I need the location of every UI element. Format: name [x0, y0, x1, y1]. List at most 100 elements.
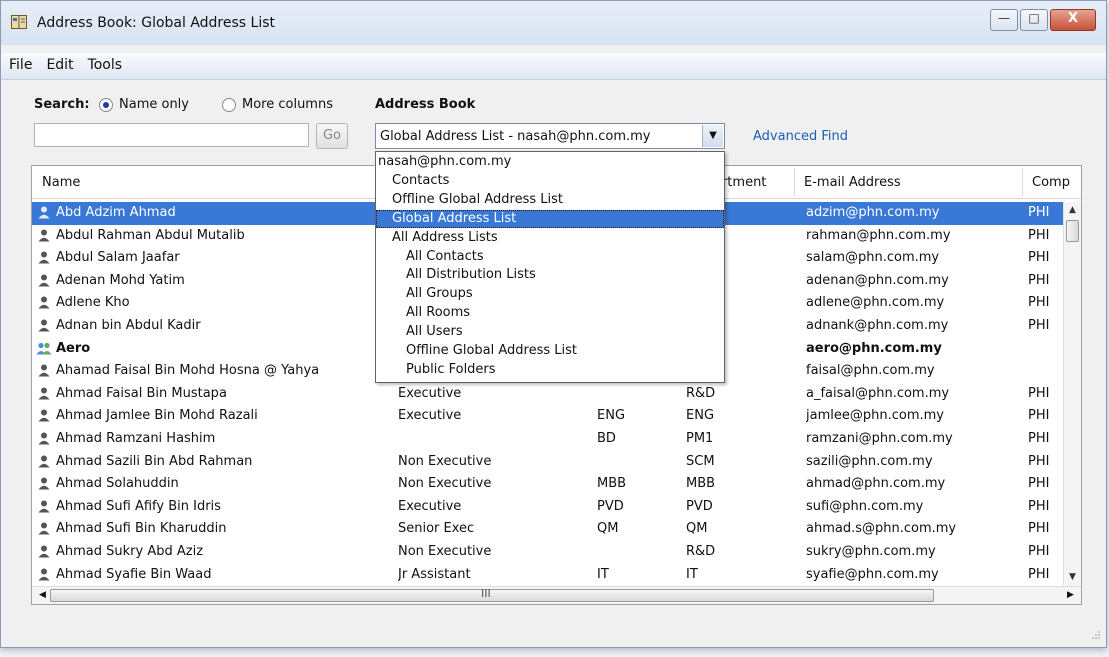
cell-email: adenan@phn.com.my	[806, 272, 949, 288]
cell-email: ahmad@phn.com.my	[806, 476, 946, 492]
cell-name: Ahmad Ramzani Hashim	[56, 430, 216, 446]
person-icon	[38, 296, 50, 309]
search-input[interactable]	[34, 123, 309, 147]
table-row[interactable]: Ahmad Solahuddin Non Executive MBB MBB ahmad…	[32, 473, 1064, 496]
cell-office: PVD	[597, 498, 624, 514]
menu-bar: File Edit Tools	[1, 53, 1106, 80]
person-icon	[38, 274, 50, 287]
cell-department: PM1	[686, 430, 714, 446]
close-button[interactable]: X	[1050, 9, 1096, 31]
cell-title: Non Executive	[398, 543, 492, 559]
table-row[interactable]: Ahmad Sukry Abd Aziz Non Executive R&D sukr…	[32, 541, 1064, 564]
cell-title: Senior Exec	[398, 521, 475, 537]
dropdown-item[interactable]: nasah@phn.com.my	[376, 153, 724, 171]
column-divider[interactable]	[1022, 168, 1023, 196]
maximize-button[interactable]: □	[1020, 9, 1048, 31]
cell-department: SCM	[686, 453, 715, 469]
cell-email: sukry@phn.com.my	[806, 543, 936, 559]
dropdown-item[interactable]: All Groups	[376, 285, 724, 303]
person-icon	[38, 568, 50, 580]
cell-department: R&D	[686, 385, 716, 401]
person-icon	[38, 477, 50, 490]
column-company[interactable]: Comp	[1032, 175, 1070, 190]
cell-name: Ahamad Faisal Bin Mohd Hosna @ Yahya	[56, 363, 320, 379]
person-icon	[38, 364, 50, 377]
cell-office: ENG	[597, 408, 626, 424]
cell-office: QM	[597, 521, 619, 537]
cell-email: faisal@phn.com.my	[806, 363, 935, 379]
cell-company: PHI	[1028, 543, 1050, 559]
menu-file[interactable]: File	[1, 53, 38, 73]
radio-name-only[interactable]: Name only	[99, 97, 189, 112]
advanced-find-link[interactable]: Advanced Find	[753, 129, 848, 144]
cell-name: Adenan Mohd Yatim	[56, 272, 185, 288]
table-row[interactable]: Ahmad Sazili Bin Abd Rahman Non Executive…	[32, 451, 1064, 474]
dropdown-item[interactable]: All Users	[376, 323, 724, 341]
cell-department: MBB	[686, 476, 716, 492]
column-divider[interactable]	[794, 168, 795, 196]
scroll-right-icon[interactable]: ▶	[1062, 587, 1079, 604]
cell-name: Aero	[56, 340, 91, 356]
horizontal-scroll-thumb[interactable]: III	[50, 587, 934, 602]
cell-company: PHI	[1028, 295, 1050, 311]
dropdown-item[interactable]: All Distribution Lists	[376, 266, 724, 284]
radio-more-columns[interactable]: More columns	[222, 97, 333, 112]
scroll-left-icon[interactable]: ◀	[34, 587, 51, 604]
table-row[interactable]: Ahmad Sufi Afify Bin Idris Executive PVD PV…	[32, 496, 1064, 519]
person-icon	[38, 455, 50, 468]
cell-email: sufi@phn.com.my	[806, 498, 924, 514]
chevron-down-icon[interactable]: ▼	[702, 125, 723, 147]
cell-name: Ahmad Sukry Abd Aziz	[56, 543, 204, 559]
cell-email: ahmad.s@phn.com.my	[806, 521, 957, 537]
address-book-dropdown-list: nasah@phn.com.my Contacts Offline Global A…	[375, 151, 725, 383]
cell-name: Adnan bin Abdul Kadir	[56, 317, 201, 333]
horizontal-scrollbar[interactable]: ◀ III ▶	[32, 586, 1081, 604]
dropdown-item[interactable]: Offline Global Address List	[376, 191, 724, 209]
table-row[interactable]: Ahmad Jamlee Bin Mohd Razali Executive ENG…	[32, 405, 1064, 428]
address-book-label: Address Book	[375, 97, 476, 112]
distribution-list-icon	[36, 342, 52, 355]
table-row[interactable]: Ahmad Ramzani Hashim BD PM1 ramzani@phn.com…	[32, 428, 1064, 451]
minimize-button[interactable]: —	[990, 9, 1018, 31]
cell-email: syafie@phn.com.my	[806, 566, 939, 582]
scroll-up-icon[interactable]: ▲	[1064, 202, 1081, 219]
person-icon	[38, 409, 50, 422]
dropdown-item[interactable]: Offline Global Address List	[376, 342, 724, 360]
vertical-scrollbar[interactable]: ▲ ▼	[1063, 202, 1081, 586]
column-email[interactable]: E-mail Address	[804, 175, 901, 190]
menu-tools[interactable]: Tools	[80, 53, 129, 73]
cell-company: PHI	[1028, 453, 1050, 469]
radio-checked-icon	[99, 97, 113, 112]
table-row[interactable]: Ahmad Syafie Bin Waad Jr Assistant IT IT sya…	[32, 564, 1064, 587]
dropdown-item[interactable]: Global Address List	[376, 209, 724, 228]
cell-email: adlene@phn.com.my	[806, 295, 945, 311]
scroll-thumb[interactable]	[1066, 220, 1079, 242]
person-icon	[38, 229, 50, 242]
resize-grip-icon[interactable]	[1090, 629, 1100, 639]
cell-company: PHI	[1028, 498, 1050, 514]
cell-email: salam@phn.com.my	[806, 250, 940, 266]
table-row[interactable]: Ahmad Sufi Bin Kharuddin Senior Exec QM QM a…	[32, 518, 1064, 541]
cell-office: IT	[597, 566, 609, 582]
dropdown-item[interactable]: All Contacts	[376, 248, 724, 266]
menu-edit[interactable]: Edit	[38, 53, 79, 73]
table-row[interactable]: Ahmad Faisal Bin Mustapa Executive R&D a_fa…	[32, 383, 1064, 406]
scroll-down-icon[interactable]: ▼	[1064, 569, 1081, 586]
radio-name-only-label: Name only	[119, 97, 189, 112]
address-book-icon	[11, 15, 27, 29]
cell-email: aero@phn.com.my	[806, 340, 942, 356]
column-name[interactable]: Name	[42, 175, 80, 190]
dropdown-item[interactable]: All Address Lists	[376, 229, 724, 247]
address-book-select[interactable]: Global Address List - nasah@phn.com.my ▼	[375, 123, 725, 149]
person-icon	[38, 206, 50, 219]
cell-company: PHI	[1028, 250, 1050, 266]
dropdown-item[interactable]: Contacts	[376, 172, 724, 190]
cell-title: Non Executive	[398, 476, 492, 492]
dropdown-item[interactable]: Public Folders	[376, 361, 724, 379]
go-button[interactable]: Go	[316, 123, 348, 149]
cell-company: PHI	[1028, 227, 1050, 243]
radio-unchecked-icon	[222, 97, 236, 112]
title-bar[interactable]: Address Book: Global Address List — □ X	[1, 1, 1106, 45]
dropdown-item[interactable]: All Rooms	[376, 304, 724, 322]
person-icon	[38, 432, 50, 445]
